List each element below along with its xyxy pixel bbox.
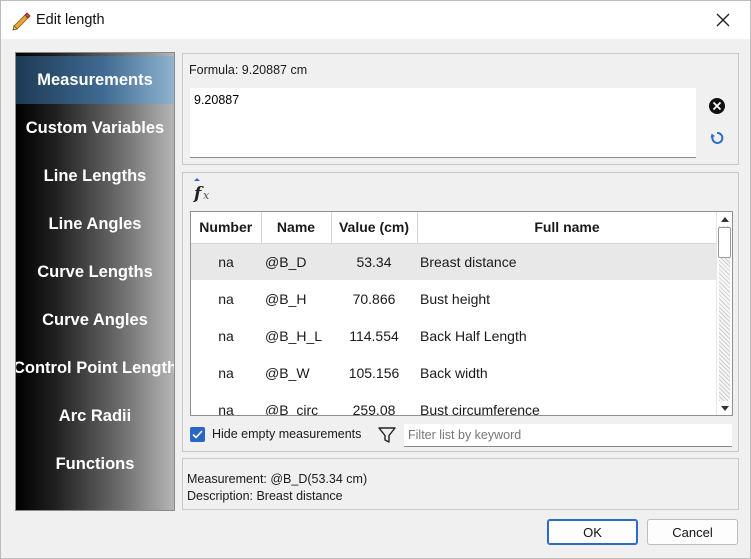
fx-function-icon: f x (190, 177, 216, 204)
sidebar-item-measurements[interactable]: Measurements (16, 56, 174, 104)
sidebar-item-line-lengths[interactable]: Line Lengths (16, 152, 174, 200)
title-bar: Edit length (1, 1, 750, 39)
formula-label: Formula: 9.20887 cm (189, 63, 308, 77)
filter-input[interactable] (404, 424, 732, 447)
cell-full-name: Breast distance (417, 243, 717, 280)
cell-name: @B_H (265, 290, 307, 307)
cell-value: 70.866 (352, 290, 396, 307)
cell-value: 53.34 (331, 243, 417, 280)
cell-number: na (218, 290, 234, 307)
cell-value: 114.554 (349, 327, 399, 344)
filter-icon (377, 425, 397, 445)
cell-name: @B_circ (265, 401, 319, 416)
cancel-button[interactable]: Cancel (647, 519, 738, 545)
column-header-number[interactable]: Number (191, 212, 262, 244)
variables-group: f x Number Name Value (cm) Full name na … (182, 172, 739, 452)
measurements-table: Number Name Value (cm) Full name na @B_D… (190, 211, 733, 416)
cell-number: na (191, 243, 261, 280)
checkmark-icon (192, 429, 203, 439)
sidebar-item-control-point-length[interactable]: Control Point Length (16, 344, 174, 392)
cell-number: na (218, 401, 234, 416)
ok-button[interactable]: OK (547, 519, 638, 545)
scrollbar-thumb[interactable] (718, 227, 731, 258)
scroll-down-arrow-icon[interactable] (717, 401, 732, 415)
clear-formula-button[interactable] (707, 96, 727, 116)
cell-full-name: Back Half Length (420, 327, 527, 344)
clear-icon (709, 98, 725, 114)
cell-number: na (218, 327, 234, 344)
column-header-name[interactable]: Name (261, 212, 332, 244)
cell-name: @B_D (261, 243, 331, 280)
edit-length-dialog: Edit length Measurements Custom Variable… (0, 0, 751, 559)
sidebar-item-custom-variables[interactable]: Custom Variables (16, 104, 174, 152)
undo-icon (710, 132, 724, 144)
cell-value: 105.156 (348, 364, 400, 381)
cell-name: @B_H_L (265, 327, 323, 344)
close-button[interactable] (700, 1, 746, 39)
measurement-description: Description: Breast distance (187, 489, 343, 503)
sidebar-item-curve-lengths[interactable]: Curve Lengths (16, 248, 174, 296)
table-row[interactable]: na @B_D 53.34 Breast distance (191, 243, 717, 280)
table-row[interactable]: na @B_circ 259.08 Bust circumference (191, 391, 717, 416)
scroll-up-arrow-icon[interactable] (717, 212, 732, 226)
cell-value: 259.08 (352, 401, 396, 416)
table-scrollbar[interactable] (716, 212, 732, 415)
hide-empty-checkbox[interactable] (190, 426, 205, 442)
sidebar-item-functions[interactable]: Functions (16, 440, 174, 488)
window-title: Edit length (36, 12, 105, 28)
sidebar-item-arc-radii[interactable]: Arc Radii (16, 392, 174, 440)
measurement-summary: Measurement: @B_D(53.34 cm) (187, 472, 368, 486)
formula-input[interactable] (190, 88, 696, 158)
formula-group: Formula: 9.20887 cm (182, 53, 739, 165)
cell-number: na (218, 364, 234, 381)
description-group: Measurement: @B_D(53.34 cm) Description:… (182, 458, 739, 510)
table-row[interactable]: na @B_H_L 114.554 Back Half Length (191, 317, 717, 354)
column-header-value[interactable]: Value (cm) (331, 212, 418, 244)
sidebar-item-curve-angles[interactable]: Curve Angles (16, 296, 174, 344)
revert-formula-button[interactable] (707, 128, 727, 148)
cell-full-name: Back width (420, 364, 488, 381)
close-icon (716, 13, 730, 27)
variable-category-list: Measurements Custom Variables Line Lengt… (15, 52, 175, 511)
cell-full-name: Bust circumference (420, 401, 540, 416)
hide-empty-label: Hide empty measurements (212, 427, 362, 441)
sidebar-item-line-angles[interactable]: Line Angles (16, 200, 174, 248)
cell-name: @B_W (265, 364, 310, 381)
svg-text:x: x (203, 189, 210, 202)
hide-empty-option: Hide empty measurements (190, 425, 361, 443)
table-row[interactable]: na @B_H 70.866 Bust height (191, 280, 717, 317)
cell-full-name: Bust height (420, 290, 491, 307)
table-row[interactable]: na @B_W 105.156 Back width (191, 354, 717, 391)
column-header-full-name[interactable]: Full name (417, 212, 718, 244)
pencil-icon (10, 9, 32, 31)
